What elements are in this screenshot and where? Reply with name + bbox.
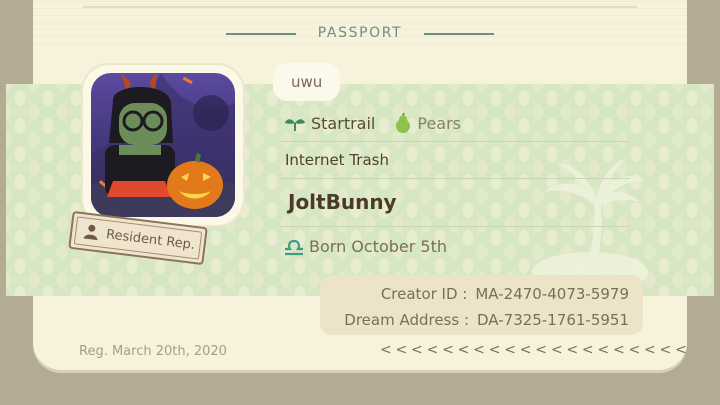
dream-address-label: Dream Address : — [344, 311, 470, 329]
fruit-icon — [396, 113, 411, 133]
creator-id-row: Creator ID : MA-2470-4073-5979 — [381, 285, 629, 303]
palm-island-illustration — [532, 158, 648, 290]
player-name: JoltBunny — [288, 190, 397, 214]
registration-date: Reg. March 20th, 2020 — [79, 344, 227, 359]
divider — [280, 226, 630, 227]
island-name: Startrail — [311, 113, 376, 133]
birthday-row: Born October 5th — [283, 237, 447, 256]
top-stitch — [83, 6, 637, 8]
codes-panel: Creator ID : MA-2470-4073-5979 Dream Add… — [320, 275, 643, 335]
libra-icon — [285, 239, 303, 255]
sprout-icon — [285, 119, 305, 131]
profile-photo — [91, 73, 235, 217]
comment-bubble: uwu — [273, 63, 341, 101]
fruit-name: Pears — [417, 113, 461, 133]
birthday-text: Born October 5th — [309, 237, 447, 256]
villager-avatar-illustration — [91, 73, 235, 217]
divider — [280, 178, 630, 179]
creator-id-value: MA-2470-4073-5979 — [475, 285, 629, 303]
resident-rep-label: Resident Rep. — [105, 226, 196, 253]
passport-title: PASSPORT — [317, 25, 403, 41]
profile-photo-frame — [83, 65, 243, 225]
divider — [280, 141, 630, 142]
machine-readable-arrows: <<<<<<<<<<<<<<<<<<<< — [380, 342, 691, 358]
dream-address-value: DA-7325-1761-5951 — [477, 311, 629, 329]
creator-id-label: Creator ID : — [380, 285, 468, 303]
island-fruit-row: Startrail Pears — [285, 112, 461, 134]
player-title: Internet Trash — [285, 151, 389, 169]
resident-icon — [83, 224, 98, 241]
dream-address-row: Dream Address : DA-7325-1761-5951 — [344, 311, 629, 329]
